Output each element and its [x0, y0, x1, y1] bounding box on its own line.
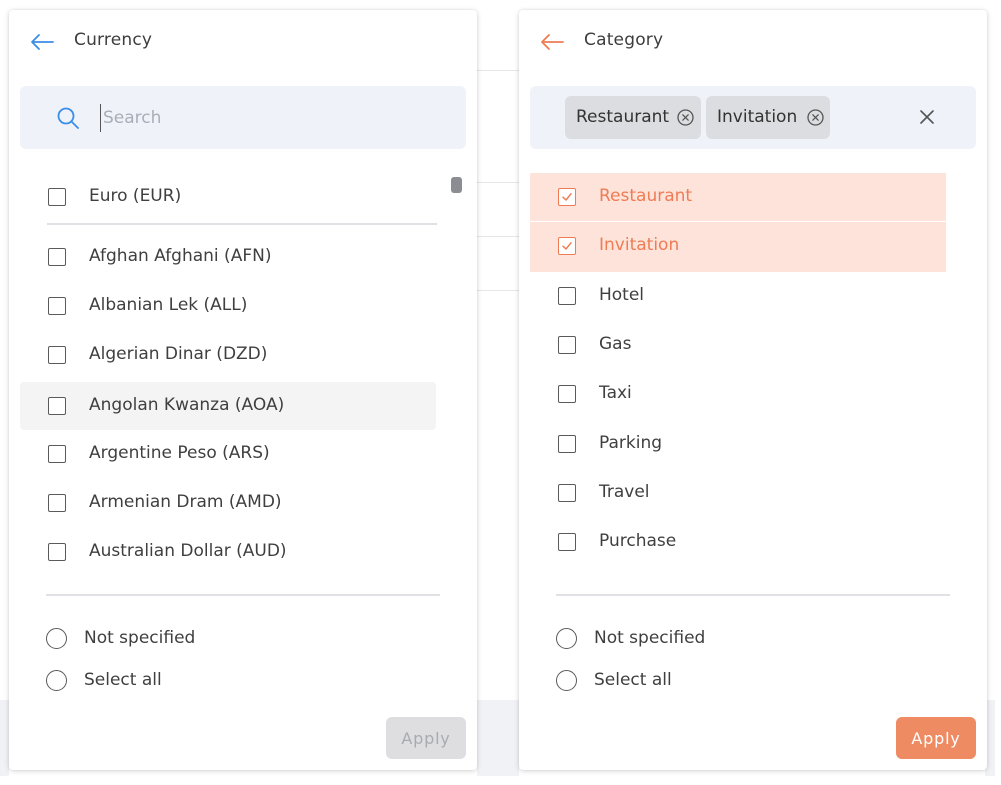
list-item-label: Invitation — [599, 235, 680, 255]
divider — [556, 594, 950, 596]
checkbox[interactable] — [558, 484, 576, 502]
list-item-currency[interactable]: Armenian Dram (AMD) — [20, 479, 436, 527]
chip-label: Restaurant — [576, 107, 670, 127]
panel-title: Currency — [74, 30, 153, 50]
close-icon[interactable] — [916, 106, 938, 128]
list-item-category[interactable]: Purchase — [530, 518, 946, 566]
checkmark-icon — [562, 193, 572, 201]
checkbox[interactable] — [48, 248, 66, 266]
search-input[interactable] — [100, 104, 440, 132]
list-item-label: Armenian Dram (AMD) — [89, 492, 282, 512]
list-item-label: Afghan Afghani (AFN) — [89, 246, 272, 266]
chip-invitation: Invitation — [706, 96, 830, 139]
selected-chips-box: Restaurant Invitation — [530, 86, 976, 149]
list-item-currency[interactable]: Angolan Kwanza (AOA) — [20, 382, 436, 430]
list-item-label: Travel — [599, 482, 650, 502]
list-item-label: Gas — [599, 334, 632, 354]
panel-title: Category — [584, 30, 664, 50]
checkbox[interactable] — [48, 297, 66, 315]
radio-select-all[interactable]: Select all — [556, 666, 856, 696]
list-item-label: Parking — [599, 433, 663, 453]
apply-button[interactable]: Apply — [896, 717, 976, 759]
radio-button[interactable] — [556, 628, 577, 649]
list-item-category[interactable]: Invitation — [530, 222, 946, 272]
radio-not-specified[interactable]: Not specified — [46, 624, 346, 654]
list-item-label: Euro (EUR) — [89, 186, 182, 206]
checkbox[interactable] — [48, 188, 66, 206]
list-item-category[interactable]: Gas — [530, 321, 946, 369]
background-app-divider — [477, 70, 519, 71]
list-item-category[interactable]: Travel — [530, 469, 946, 517]
checkbox[interactable] — [558, 336, 576, 354]
checkbox-checked[interactable] — [558, 188, 576, 206]
list-item-label: Algerian Dinar (DZD) — [89, 344, 268, 364]
chip-label: Invitation — [717, 107, 798, 127]
circle-x-icon[interactable] — [676, 108, 695, 127]
list-item-currency[interactable]: Albanian Lek (ALL) — [20, 282, 436, 330]
list-item-currency[interactable]: Australian Dollar (AUD) — [20, 528, 436, 576]
radio-button[interactable] — [46, 670, 67, 691]
category-filter-panel: Category Restaurant Invitation Restauran… — [519, 10, 987, 770]
list-item-label: Angolan Kwanza (AOA) — [89, 395, 285, 415]
list-item-label: Australian Dollar (AUD) — [89, 541, 287, 561]
radio-label: Not specified — [84, 628, 196, 648]
list-item-currency[interactable]: Afghan Afghani (AFN) — [20, 233, 436, 281]
checkbox[interactable] — [48, 397, 66, 415]
chip-restaurant: Restaurant — [565, 96, 701, 139]
currency-filter-panel: Currency Euro (EUR) Afghan Afghani (AFN)… — [9, 10, 477, 770]
list-item-currency[interactable]: Algerian Dinar (DZD) — [20, 331, 436, 379]
arrow-left-icon[interactable] — [29, 32, 55, 52]
list-item-category[interactable]: Parking — [530, 420, 946, 468]
radio-label: Select all — [594, 670, 672, 690]
list-item-category[interactable]: Restaurant — [530, 173, 946, 221]
radio-label: Select all — [84, 670, 162, 690]
checkbox[interactable] — [558, 385, 576, 403]
divider — [46, 594, 440, 596]
list-item-currency[interactable]: Argentine Peso (ARS) — [20, 430, 436, 478]
radio-not-specified[interactable]: Not specified — [556, 624, 856, 654]
apply-button[interactable]: Apply — [386, 717, 466, 759]
background-app-divider — [477, 236, 519, 237]
list-item-label: Albanian Lek (ALL) — [89, 295, 248, 315]
radio-select-all[interactable]: Select all — [46, 666, 346, 696]
list-item-label: Taxi — [599, 383, 632, 403]
checkbox[interactable] — [48, 445, 66, 463]
radio-button[interactable] — [46, 628, 67, 649]
radio-label: Not specified — [594, 628, 706, 648]
checkbox-checked[interactable] — [558, 237, 576, 255]
checkbox[interactable] — [558, 435, 576, 453]
divider — [47, 223, 437, 225]
circle-x-icon[interactable] — [806, 108, 825, 127]
background-app-divider — [477, 290, 519, 291]
checkbox[interactable] — [558, 533, 576, 551]
list-item-currency[interactable]: Euro (EUR) — [20, 173, 436, 221]
checkbox[interactable] — [48, 346, 66, 364]
search-box — [20, 86, 466, 149]
search-icon — [57, 107, 79, 129]
panel-header: Category — [519, 10, 987, 74]
arrow-left-icon[interactable] — [539, 32, 565, 52]
background-app-divider — [477, 182, 519, 183]
list-item-label: Restaurant — [599, 186, 693, 206]
checkbox[interactable] — [558, 287, 576, 305]
radio-button[interactable] — [556, 670, 577, 691]
list-item-category[interactable]: Hotel — [530, 272, 946, 320]
checkbox[interactable] — [48, 494, 66, 512]
checkbox[interactable] — [48, 543, 66, 561]
background-app-strip — [477, 700, 519, 776]
panel-header: Currency — [9, 10, 477, 74]
list-item-label: Purchase — [599, 531, 677, 551]
list-item-label: Hotel — [599, 285, 645, 305]
list-item-category[interactable]: Taxi — [530, 370, 946, 418]
checkmark-icon — [562, 242, 572, 250]
scrollbar-thumb[interactable] — [451, 177, 462, 193]
background-app-strip — [0, 700, 9, 776]
list-item-label: Argentine Peso (ARS) — [89, 443, 270, 463]
